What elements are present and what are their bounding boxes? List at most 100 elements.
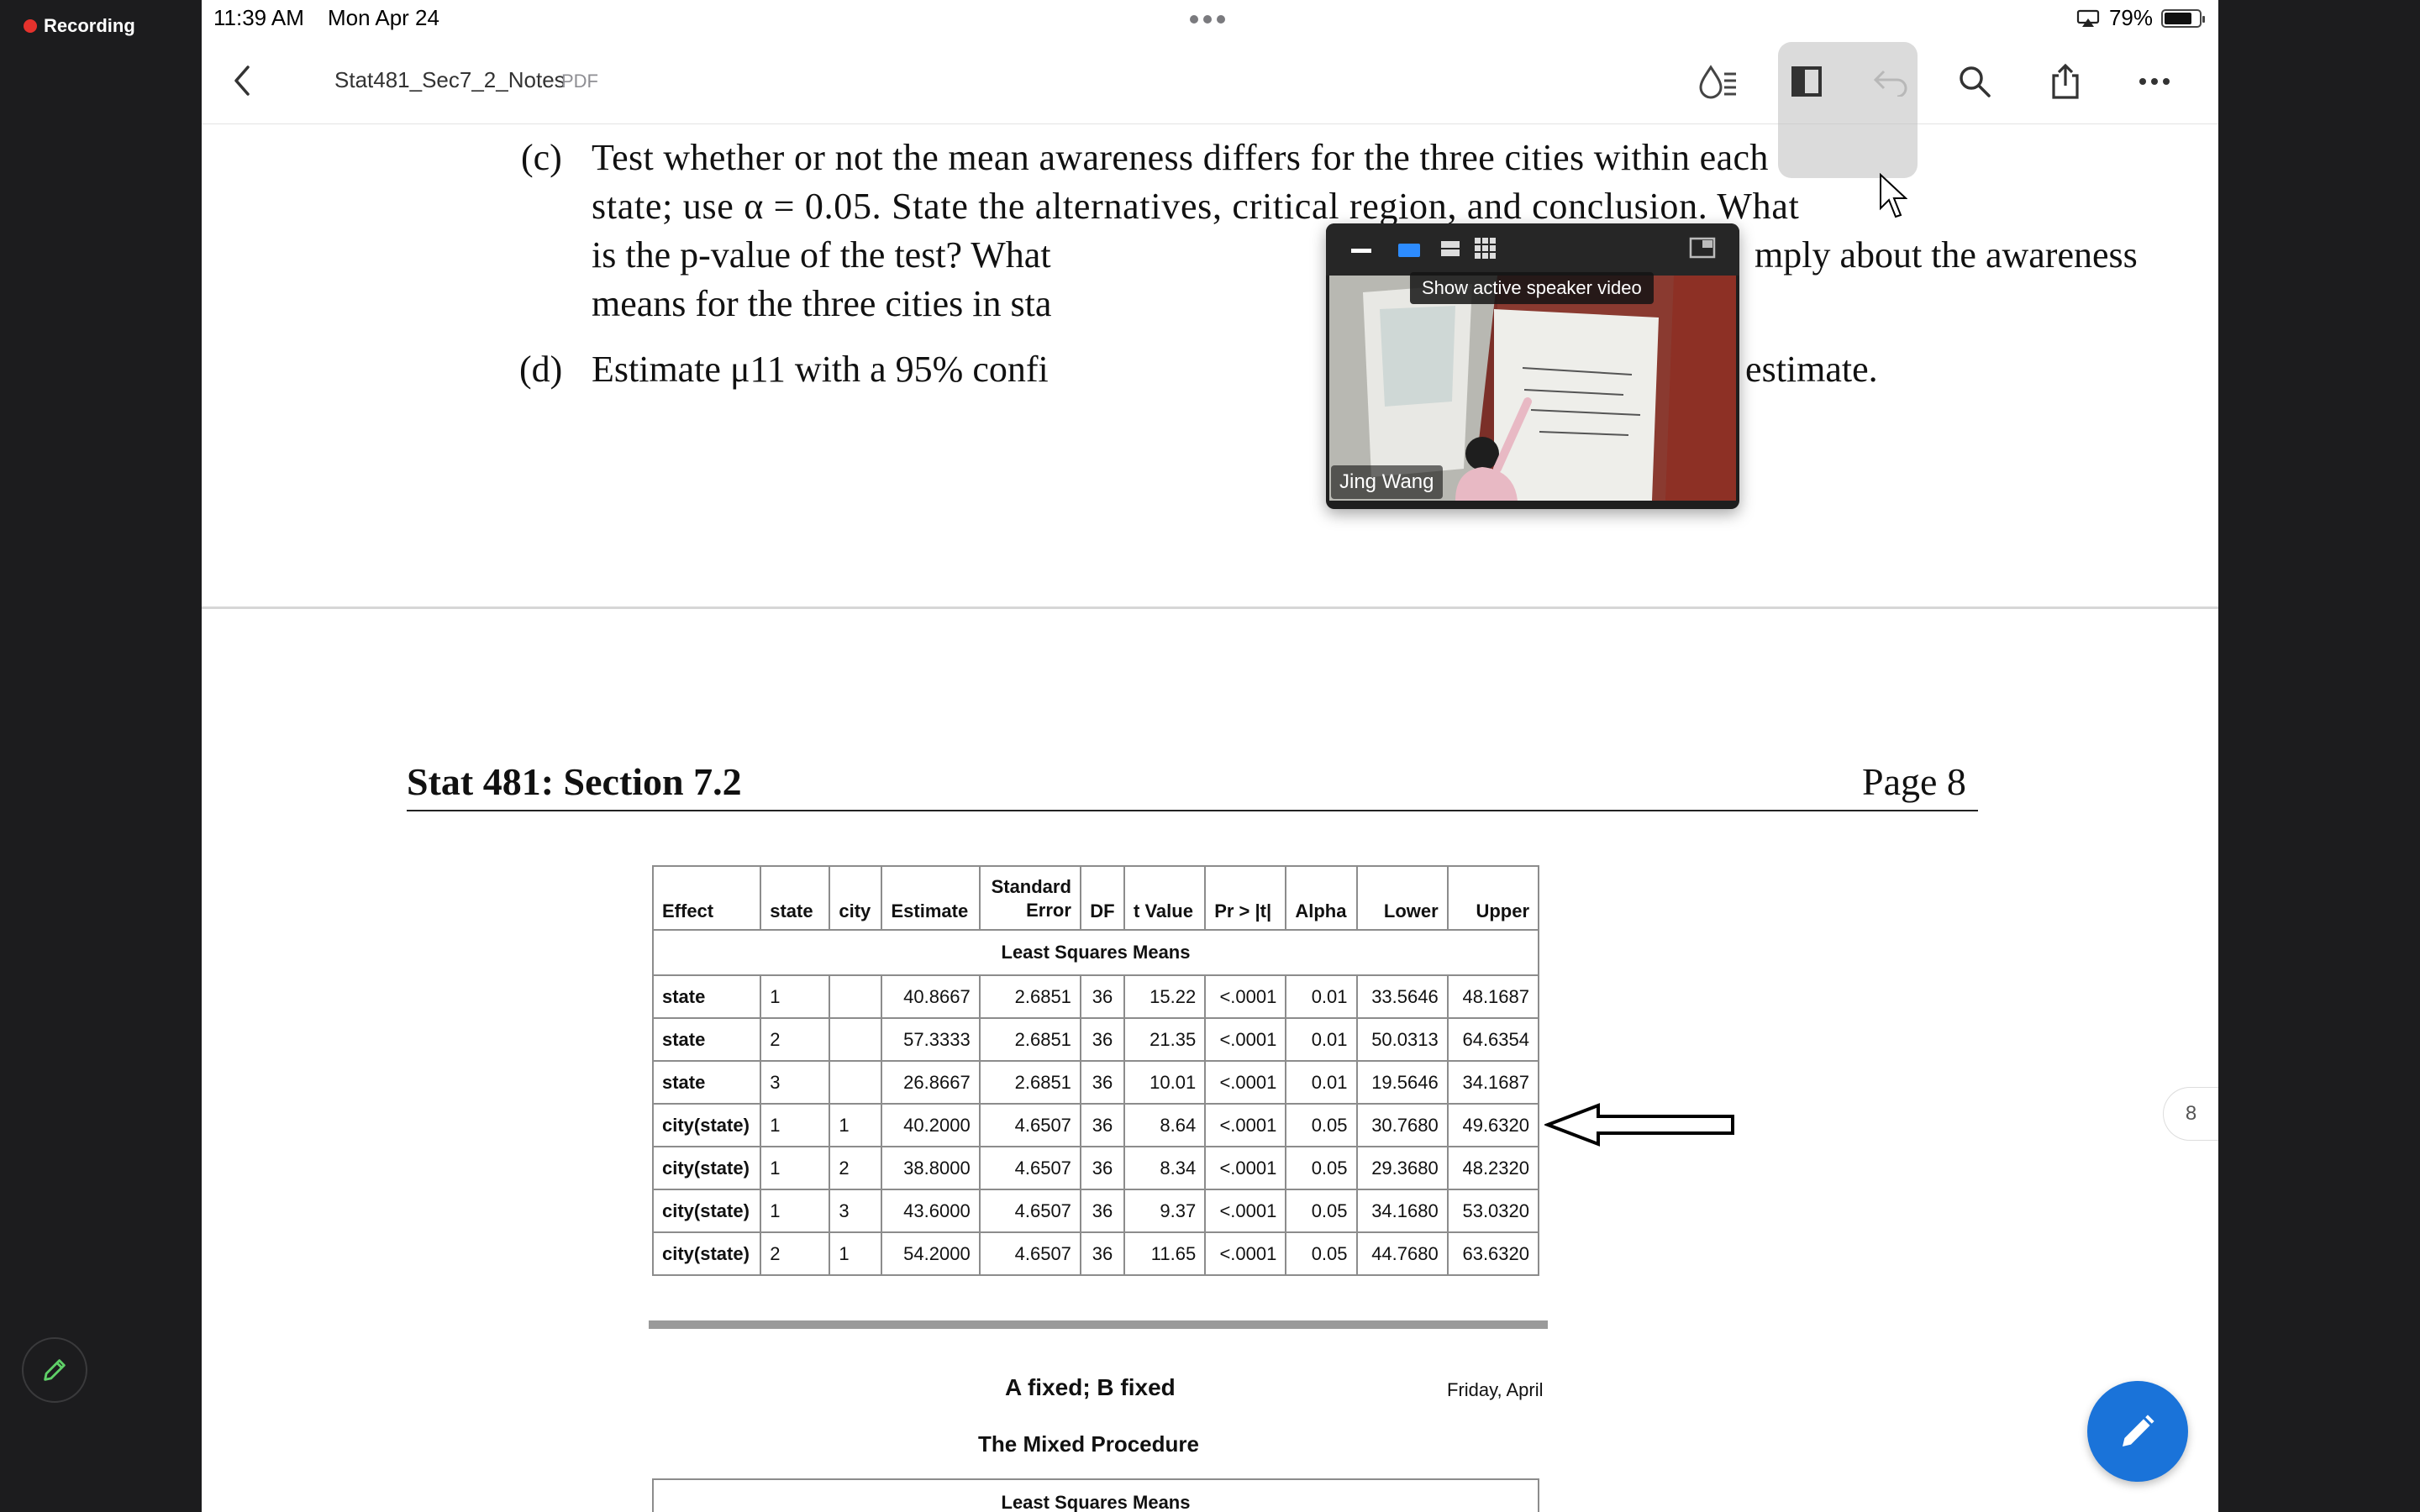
table-row: city(state) 1 2 38.8000 4.6507 36 8.34 <.0001 0.… [651, 1146, 1540, 1190]
col-estimate: Estimate [881, 865, 981, 931]
col-t-value: t Value [1123, 865, 1207, 931]
reading-mode-button[interactable] [1692, 59, 1743, 104]
cursor-icon [1880, 173, 1907, 218]
cell-df: 36 [1079, 1103, 1126, 1147]
table-row: state 2 57.3333 2.6851 36 21.35 <.0001 0.01 50.0… [651, 1017, 1540, 1062]
cell-upper: 64.6354 [1446, 1017, 1540, 1062]
cell-alpha: 0.01 [1285, 1060, 1358, 1105]
cell-estimate: 43.6000 [881, 1189, 981, 1233]
document-type: PDF [561, 71, 598, 92]
pip-icon [1689, 237, 1716, 259]
cell-lower: 44.7680 [1355, 1231, 1449, 1276]
cell-state: 2 [760, 1017, 831, 1062]
back-button[interactable] [225, 60, 259, 101]
page-layout-button[interactable] [1781, 59, 1832, 104]
undo-icon [1873, 70, 1907, 97]
cell-t-value: 15.22 [1123, 974, 1207, 1019]
cell-upper: 63.6320 [1446, 1231, 1540, 1276]
cell-std-error: 2.6851 [978, 1060, 1081, 1105]
cell-estimate: 38.8000 [881, 1146, 981, 1190]
cell-pr-t: <.0001 [1204, 1103, 1287, 1147]
cell-alpha: 0.05 [1285, 1146, 1358, 1190]
cell-lower: 30.7680 [1355, 1103, 1449, 1147]
section2-date: Friday, April [1447, 1379, 1544, 1400]
cell-std-error: 4.6507 [978, 1231, 1081, 1276]
cell-city [829, 1017, 883, 1062]
stacked-view-button[interactable] [1440, 239, 1460, 259]
share-button[interactable] [2040, 59, 2091, 104]
question-c-line-2: state; use α = 0.05. State the alternati… [592, 186, 1800, 227]
battery-icon [2161, 8, 2205, 28]
record-dot-icon [24, 19, 37, 33]
cell-t-value: 8.64 [1123, 1103, 1207, 1147]
video-panel[interactable]: Show active speaker video Jing Wang [1326, 223, 1739, 509]
active-speaker-view-button[interactable] [1398, 244, 1420, 257]
recording-label: Recording [44, 15, 135, 36]
cell-alpha: 0.05 [1285, 1231, 1358, 1276]
status-right: 79% [2075, 5, 2205, 31]
table-row: city(state) 1 3 43.6000 4.6507 36 9.37 <.0001 0.… [651, 1189, 1540, 1233]
status-bar: 11:39 AM Mon Apr 24 79% [202, 0, 2218, 37]
pencil-icon [44, 1359, 66, 1381]
annotate-pencil-button[interactable] [22, 1337, 87, 1403]
page-header-number: Page 8 [1862, 760, 1966, 803]
status-time: 11:39 AM [213, 5, 304, 30]
cell-city [829, 1060, 883, 1105]
multitasking-menu[interactable] [1190, 15, 1225, 24]
cell-std-error: 2.6851 [978, 1017, 1081, 1062]
battery-percent: 79% [2108, 5, 2153, 30]
cell-upper: 53.0320 [1446, 1189, 1540, 1233]
cell-std-error: 4.6507 [978, 1189, 1081, 1233]
cell-df: 36 [1079, 1060, 1126, 1105]
col-effect: Effect [651, 865, 762, 931]
cell-effect: city(state) [651, 1231, 762, 1276]
chevron-left-icon [234, 66, 250, 96]
cell-df: 36 [1079, 1189, 1126, 1233]
col-standard-error: Standard Error [978, 865, 1081, 931]
cell-estimate: 54.2000 [881, 1231, 981, 1276]
cell-upper: 48.1687 [1446, 974, 1540, 1019]
cell-pr-t: <.0001 [1204, 1146, 1287, 1190]
active-speaker-tooltip: Show active speaker video [1410, 272, 1654, 304]
cell-state: 1 [760, 1189, 831, 1233]
edit-button[interactable] [2087, 1381, 2188, 1482]
cell-effect: state [651, 974, 762, 1019]
undo-button[interactable] [1865, 59, 1916, 104]
exit-pip-button[interactable] [1689, 237, 1716, 260]
table-title-row: Least Squares Means [652, 929, 1539, 976]
cell-lower: 29.3680 [1355, 1146, 1449, 1190]
question-c-line-4: means for the three cities in sta [592, 283, 1052, 324]
cell-upper: 49.6320 [1446, 1103, 1540, 1147]
cell-pr-t: <.0001 [1204, 1189, 1287, 1233]
arrow-left-icon [1544, 1103, 1734, 1147]
minimize-video-button[interactable] [1351, 249, 1371, 253]
cell-city: 2 [829, 1146, 883, 1190]
page-indicator-tab[interactable]: 8 [2163, 1087, 2218, 1141]
cell-effect: state [651, 1017, 762, 1062]
cell-upper: 34.1687 [1446, 1060, 1540, 1105]
cell-estimate: 57.3333 [881, 1017, 981, 1062]
drop-lines-icon [1699, 65, 1736, 99]
cell-pr-t: <.0001 [1204, 1060, 1287, 1105]
second-table-title: Least Squares Means [652, 1478, 1539, 1512]
cell-pr-t: <.0001 [1204, 1017, 1287, 1062]
search-button[interactable] [1949, 59, 2000, 104]
more-dots-icon [2139, 78, 2170, 85]
cell-lower: 50.0313 [1355, 1017, 1449, 1062]
section-separator [649, 1320, 1548, 1329]
gallery-view-button[interactable] [1474, 237, 1497, 260]
cell-alpha: 0.01 [1285, 1017, 1358, 1062]
cell-city: 1 [829, 1231, 883, 1276]
header-rule [407, 810, 1978, 811]
cell-std-error: 2.6851 [978, 974, 1081, 1019]
nav-bar: Stat481_Sec7_2_Notes PDF [202, 37, 2218, 178]
share-icon [2052, 63, 2079, 99]
more-button[interactable] [2129, 59, 2180, 104]
col-alpha: Alpha [1285, 865, 1358, 931]
cell-city [829, 974, 883, 1019]
cell-alpha: 0.05 [1285, 1103, 1358, 1147]
cell-upper: 48.2320 [1446, 1146, 1540, 1190]
cell-city: 3 [829, 1189, 883, 1233]
cell-df: 36 [1079, 1017, 1126, 1062]
cell-effect: city(state) [651, 1189, 762, 1233]
